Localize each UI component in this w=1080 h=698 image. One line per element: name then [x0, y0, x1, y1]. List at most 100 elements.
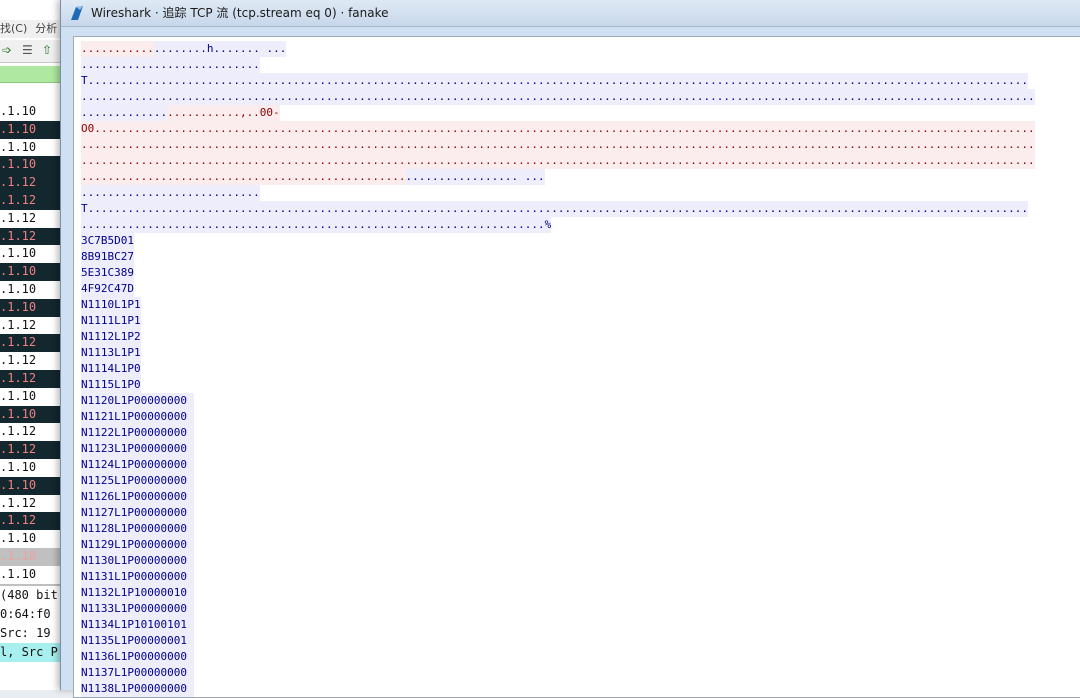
packet-row[interactable]: .1.10: [0, 298, 62, 317]
server-payload: T.......................................…: [81, 201, 1029, 217]
packet-row[interactable]: .1.12: [0, 494, 62, 513]
server-payload: 4F92C47D: [81, 281, 134, 297]
stream-line: N1127L1P00000000: [81, 505, 1035, 521]
packet-row[interactable]: .1.10: [0, 547, 62, 566]
stream-line: ...........................: [81, 185, 1035, 201]
packet-row[interactable]: .1.12: [0, 352, 62, 370]
stream-line: ........................................…: [81, 169, 1035, 185]
detail-row[interactable]: (480 bit: [0, 586, 62, 605]
packet-row[interactable]: .1.10: [0, 263, 62, 281]
server-payload: N1126L1P00000000: [81, 489, 194, 505]
stream-content-area[interactable]: ...................h....... ............…: [73, 36, 1080, 698]
packet-row[interactable]: .1.10: [0, 120, 62, 139]
server-payload: N1137L1P00000000: [81, 665, 194, 681]
stream-line: N1133L1P00000000: [81, 601, 1035, 617]
packet-row[interactable]: .1.10: [0, 280, 62, 299]
server-payload: ........................................…: [81, 217, 552, 233]
packet-row[interactable]: .1.12: [0, 191, 62, 210]
background-main-window: 找(C) 分析 ➩ ☰ ⇧ .1.10.1.10.1.10.1.10.1.12.1…: [0, 0, 62, 690]
packet-row[interactable]: .1.12: [0, 227, 62, 246]
stream-line: ........................................…: [81, 153, 1035, 169]
packet-row[interactable]: .1.10: [0, 387, 62, 406]
go-top-icon[interactable]: ⇧: [42, 44, 54, 56]
packet-list[interactable]: .1.10.1.10.1.10.1.10.1.12.1.12.1.12.1.12…: [0, 103, 62, 583]
packet-details-pane[interactable]: (480 bit 0:64:f0 Src: 19 l, Src P: [0, 584, 62, 690]
stream-line: N1129L1P00000000: [81, 537, 1035, 553]
dialog-titlebar[interactable]: Wireshark · 追踪 TCP 流 (tcp.stream eq 0) ·…: [61, 0, 1080, 27]
packet-row[interactable]: .1.12: [0, 423, 62, 442]
server-payload: N1112L1P2: [81, 329, 141, 345]
stream-line: N1114L1P0: [81, 361, 1035, 377]
stream-line: ...........................: [81, 57, 1035, 73]
stream-line: N1135L1P00000001: [81, 633, 1035, 649]
server-payload: N1127L1P00000000: [81, 505, 194, 521]
server-payload: N1111L1P1: [81, 313, 141, 329]
forward-arrow-icon[interactable]: ➩: [2, 44, 14, 56]
detail-row[interactable]: l, Src P: [0, 643, 62, 662]
colorize-icon[interactable]: ☰: [22, 44, 34, 56]
server-payload: N1125L1P00000000: [81, 473, 194, 489]
server-payload: N1115L1P0: [81, 377, 141, 393]
stream-line: 8B91BC27: [81, 249, 1035, 265]
packet-row[interactable]: .1.12: [0, 209, 62, 228]
server-payload: N1134L1P10100101: [81, 617, 194, 633]
server-payload: N1113L1P1: [81, 345, 141, 361]
stream-line: N1112L1P2: [81, 329, 1035, 345]
stream-line: N1138L1P00000000: [81, 681, 1035, 697]
stream-line: N1115L1P0: [81, 377, 1035, 393]
dialog-title: Wireshark · 追踪 TCP 流 (tcp.stream eq 0) ·…: [91, 6, 389, 20]
packet-row[interactable]: .1.10: [0, 138, 62, 157]
packet-row[interactable]: .1.10: [0, 245, 62, 264]
client-payload: ........................................…: [81, 137, 1035, 153]
server-payload: N1129L1P00000000: [81, 537, 194, 553]
server-payload: N1123L1P00000000: [81, 441, 194, 457]
server-payload: N1114L1P0: [81, 361, 141, 377]
stream-line: ...................h....... ...: [81, 41, 1035, 57]
client-payload: ...........,..00-: [167, 105, 280, 121]
stream-line: N1120L1P00000000: [81, 393, 1035, 409]
packet-row[interactable]: .1.10: [0, 530, 62, 548]
server-payload: N1130L1P00000000: [81, 553, 194, 569]
client-payload: ........................................…: [81, 153, 1035, 169]
menu-item-find[interactable]: 找(C): [0, 22, 27, 35]
server-payload: ...........................: [81, 185, 260, 201]
wireshark-fin-icon: [71, 6, 83, 20]
server-payload: 3C7B5D01: [81, 233, 134, 249]
display-filter-bar[interactable]: [0, 66, 62, 83]
stream-line: N1124L1P00000000: [81, 457, 1035, 473]
stream-line: T.......................................…: [81, 73, 1035, 89]
stream-line: 5E31C389: [81, 265, 1035, 281]
packet-row[interactable]: .1.12: [0, 316, 62, 335]
packet-row[interactable]: .1.12: [0, 174, 62, 192]
menu-item-analyze[interactable]: 分析: [35, 22, 57, 35]
stream-line: N1121L1P00000000: [81, 409, 1035, 425]
server-payload: N1132L1P10000010: [81, 585, 194, 601]
server-payload: N1121L1P00000000: [81, 409, 194, 425]
detail-row[interactable]: 0:64:f0: [0, 605, 62, 624]
packet-row[interactable]: .1.12: [0, 441, 62, 459]
packet-row[interactable]: .1.10: [0, 103, 62, 121]
stream-line: N1128L1P00000000: [81, 521, 1035, 537]
packet-row[interactable]: .1.12: [0, 334, 62, 353]
packet-row[interactable]: .1.10: [0, 156, 62, 175]
stream-line: ........................,..00-: [81, 105, 1035, 121]
packet-row[interactable]: .1.10: [0, 476, 62, 495]
server-payload: N1135L1P00000001: [81, 633, 194, 649]
server-payload: N1133L1P00000000: [81, 601, 194, 617]
client-payload: ........................................…: [81, 169, 406, 185]
menu-bar: 找(C) 分析: [0, 20, 62, 38]
detail-row[interactable]: Src: 19: [0, 624, 62, 643]
client-payload: O0......................................…: [81, 121, 1035, 137]
main-toolbar: ➩ ☰ ⇧: [0, 40, 62, 63]
follow-tcp-stream-dialog: Wireshark · 追踪 TCP 流 (tcp.stream eq 0) ·…: [60, 0, 1080, 698]
packet-row[interactable]: .1.12: [0, 369, 62, 388]
server-payload: T.......................................…: [81, 73, 1029, 89]
packet-row[interactable]: .1.10: [0, 565, 62, 583]
stream-line: N1122L1P00000000: [81, 425, 1035, 441]
packet-row[interactable]: .1.12: [0, 512, 62, 531]
stream-text: ...................h....... ............…: [81, 41, 1035, 697]
server-payload: N1131L1P00000000: [81, 569, 194, 585]
packet-row[interactable]: .1.10: [0, 405, 62, 424]
server-payload: N1122L1P00000000: [81, 425, 194, 441]
packet-row[interactable]: .1.10: [0, 458, 62, 477]
